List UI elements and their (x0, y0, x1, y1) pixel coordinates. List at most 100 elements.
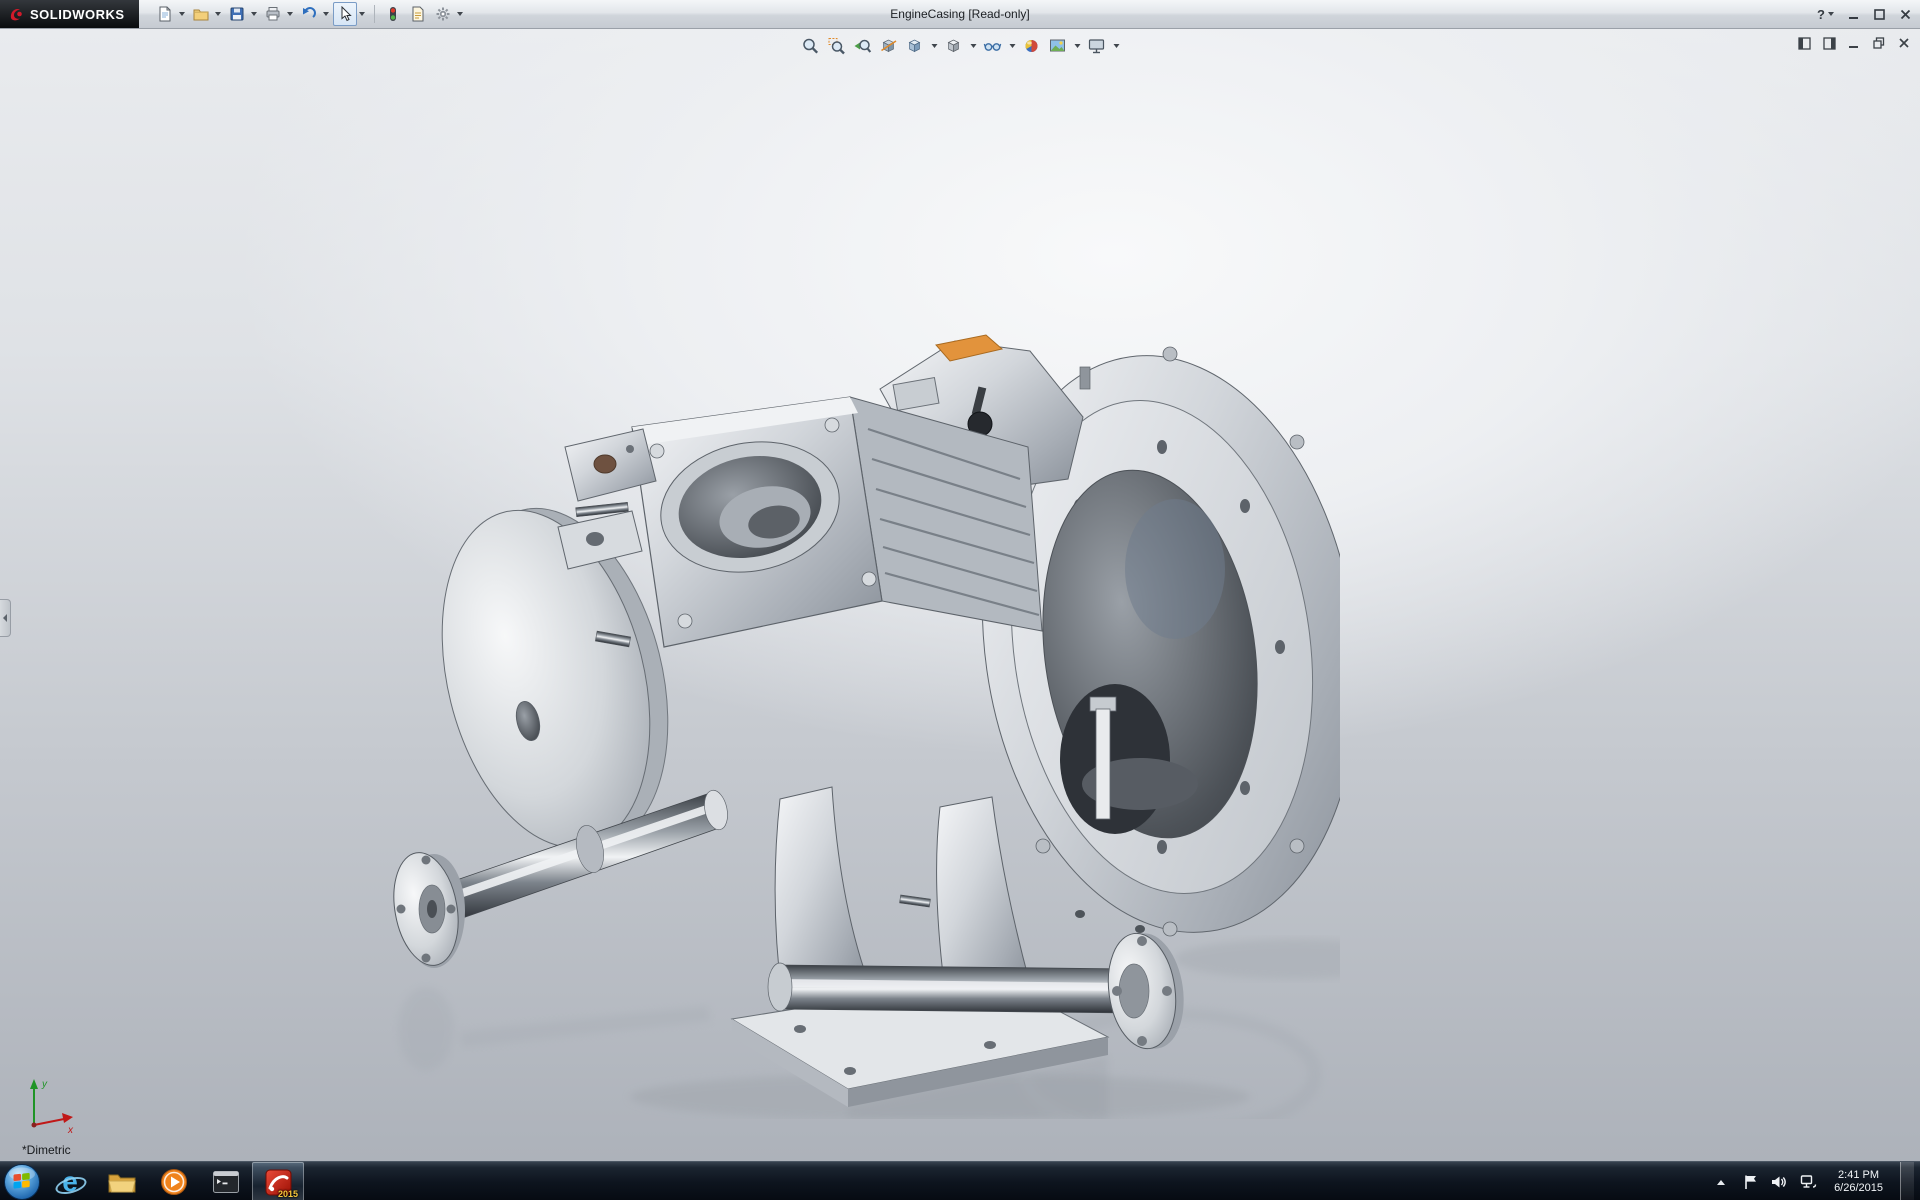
maximize-button[interactable] (1872, 4, 1886, 24)
task-pane-toggle-button[interactable] (1821, 35, 1837, 51)
new-document-button[interactable] (153, 2, 177, 26)
y-axis-arrow (30, 1079, 38, 1089)
view-orientation-button[interactable] (903, 34, 927, 57)
restore-icon (1873, 37, 1885, 49)
section-view-button[interactable] (877, 34, 901, 57)
titlebar: SOLIDWORKS (0, 0, 1920, 29)
chevron-down-icon (323, 12, 329, 16)
previous-view-button[interactable] (851, 34, 875, 57)
options-dropdown[interactable] (455, 3, 466, 25)
undo-button[interactable] (297, 2, 321, 26)
taskbar-clock[interactable]: 2:41 PM 6/26/2015 (1828, 1169, 1889, 1195)
task-pane-icon (1823, 37, 1836, 50)
taskbar-media-player-button[interactable] (148, 1162, 200, 1200)
maximize-icon (1874, 9, 1885, 20)
document-restore-button[interactable] (1871, 35, 1887, 51)
feature-manager-icon (1798, 37, 1811, 50)
taskbar-windows-explorer-button[interactable] (96, 1162, 148, 1200)
orientation-triad: y x (20, 1075, 80, 1137)
display-style-button[interactable] (942, 34, 966, 57)
system-tray: 2:41 PM 6/26/2015 (1712, 1162, 1920, 1200)
view-settings-dropdown[interactable] (1111, 35, 1122, 57)
solidworks-logo[interactable]: SOLIDWORKS (0, 0, 139, 28)
save-button[interactable] (225, 2, 249, 26)
save-icon (229, 6, 245, 22)
file-properties-icon (410, 6, 426, 22)
rebuild-icon (385, 6, 401, 22)
standard-toolbar (153, 2, 466, 26)
undo-icon (301, 6, 317, 22)
document-close-button[interactable] (1896, 35, 1912, 51)
display-style-dropdown[interactable] (968, 35, 979, 57)
taskbar-solidworks-button[interactable]: 2015 (252, 1162, 304, 1200)
heads-up-view-toolbar (799, 34, 1122, 57)
chevron-left-icon (3, 614, 7, 622)
rebuild-button[interactable] (381, 2, 405, 26)
edit-appearance-button[interactable] (1020, 34, 1044, 57)
help-button[interactable]: ? (1817, 4, 1834, 24)
select-dropdown[interactable] (357, 3, 368, 25)
hide-show-items-dropdown[interactable] (1007, 35, 1018, 57)
open-document-dropdown[interactable] (213, 3, 224, 25)
engine-casing-model (380, 329, 1340, 1119)
document-minimize-button[interactable] (1846, 35, 1862, 51)
new-document-dropdown[interactable] (177, 3, 188, 25)
minimize-button[interactable] (1846, 4, 1860, 24)
select-button[interactable] (333, 2, 357, 26)
action-center-button[interactable] (1741, 1173, 1759, 1191)
network-button[interactable] (1799, 1173, 1817, 1191)
media-player-icon (160, 1168, 188, 1196)
chevron-down-icon (179, 12, 185, 16)
taskbar-internet-explorer-button[interactable]: e (44, 1162, 96, 1200)
section-view-icon (880, 37, 898, 55)
taskbar-command-prompt-button[interactable] (200, 1162, 252, 1200)
edit-appearance-ball-icon (1023, 37, 1041, 55)
close-icon (1900, 9, 1911, 20)
chevron-down-icon (931, 44, 937, 48)
graphics-area[interactable]: y x *Dimetric (0, 29, 1920, 1161)
file-properties-button[interactable] (406, 2, 430, 26)
zoom-to-fit-button[interactable] (799, 34, 823, 57)
chevron-down-icon (1828, 12, 1834, 16)
undo-dropdown[interactable] (321, 3, 332, 25)
select-cursor-icon (337, 6, 353, 22)
dassault-logo-icon (8, 6, 24, 22)
x-axis-label: x (67, 1125, 74, 1136)
start-button[interactable] (0, 1162, 44, 1200)
open-folder-icon (193, 6, 209, 22)
options-button[interactable] (431, 2, 455, 26)
feature-manager-toggle-button[interactable] (1796, 35, 1812, 51)
hide-show-items-button[interactable] (981, 34, 1005, 57)
print-dropdown[interactable] (285, 3, 296, 25)
clock-date: 6/26/2015 (1834, 1182, 1883, 1195)
zoom-to-area-button[interactable] (825, 34, 849, 57)
apply-scene-dropdown[interactable] (1072, 35, 1083, 57)
network-icon (1800, 1174, 1817, 1190)
print-button[interactable] (261, 2, 285, 26)
window-controls: ? (1817, 0, 1912, 28)
chevron-down-icon (251, 12, 257, 16)
hide-show-glasses-icon (984, 37, 1002, 55)
clock-time: 2:41 PM (1834, 1169, 1883, 1182)
view-settings-icon (1088, 37, 1106, 55)
panel-collapse-handle[interactable] (0, 599, 11, 637)
apply-scene-icon (1049, 37, 1067, 55)
apply-scene-button[interactable] (1046, 34, 1070, 57)
help-icon: ? (1817, 7, 1825, 22)
open-document-button[interactable] (189, 2, 213, 26)
close-icon (1898, 37, 1910, 49)
chevron-down-icon (1113, 44, 1119, 48)
view-settings-button[interactable] (1085, 34, 1109, 57)
view-orientation-dropdown[interactable] (929, 35, 940, 57)
minimize-icon (1848, 37, 1860, 49)
chevron-down-icon (359, 12, 365, 16)
display-style-icon (945, 37, 963, 55)
volume-button[interactable] (1770, 1173, 1788, 1191)
logo-text: SOLIDWORKS (30, 7, 125, 22)
show-desktop-button[interactable] (1900, 1162, 1914, 1200)
chevron-down-icon (215, 12, 221, 16)
chevron-up-icon (1717, 1180, 1725, 1185)
hidden-icons-button[interactable] (1712, 1173, 1730, 1191)
save-dropdown[interactable] (249, 3, 260, 25)
close-button[interactable] (1898, 4, 1912, 24)
